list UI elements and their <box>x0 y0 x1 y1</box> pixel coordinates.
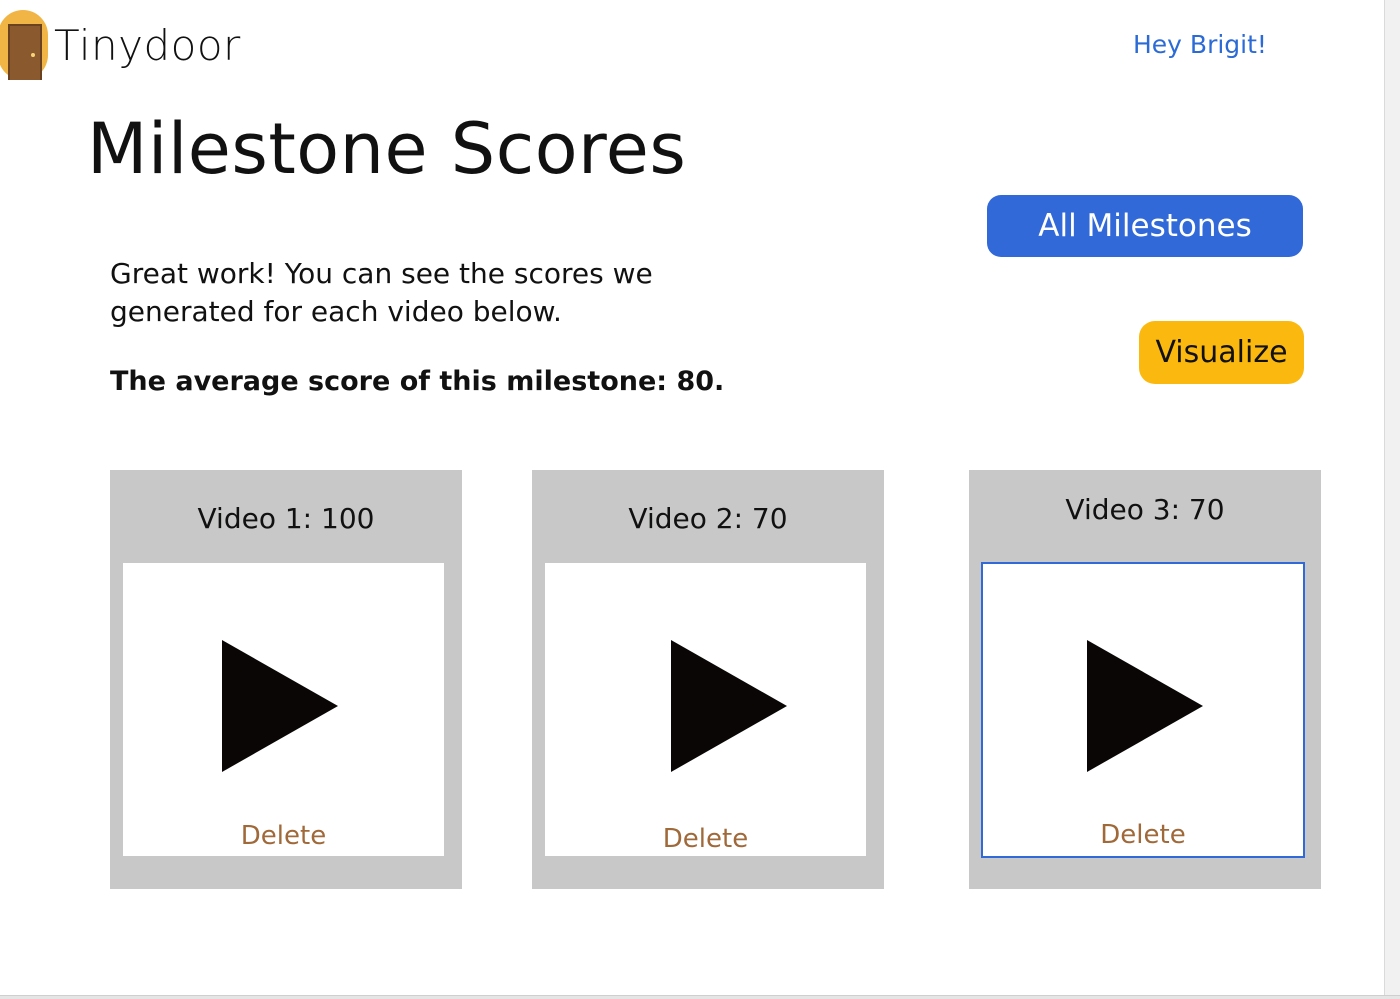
all-milestones-button[interactable]: All Milestones <box>987 195 1303 257</box>
delete-link[interactable]: Delete <box>123 821 444 851</box>
play-icon[interactable] <box>222 640 338 772</box>
video-card: Video 1: 100 Delete <box>110 470 462 889</box>
video-player[interactable]: Delete <box>545 563 866 856</box>
video-score-title: Video 2: 70 <box>628 502 788 535</box>
intro-text: Great work! You can see the scores we ge… <box>110 257 653 328</box>
door-icon <box>0 10 48 80</box>
page-title: Milestone Scores <box>87 108 687 190</box>
delete-link[interactable]: Delete <box>545 824 866 854</box>
video-player[interactable]: Delete <box>123 563 444 856</box>
delete-link[interactable]: Delete <box>983 820 1303 850</box>
visualize-button[interactable]: Visualize <box>1139 321 1304 384</box>
scrollbar[interactable] <box>1384 0 1400 999</box>
play-icon[interactable] <box>1087 640 1203 772</box>
video-card: Video 2: 70 Delete <box>532 470 884 889</box>
bottom-divider <box>0 995 1400 999</box>
video-player-selected[interactable]: Delete <box>981 562 1305 858</box>
video-score-title: Video 1: 100 <box>197 502 375 535</box>
logo[interactable]: Tinydoor <box>0 10 241 80</box>
video-score-title: Video 3: 70 <box>1065 493 1225 526</box>
page: Tinydoor Hey Brigit! Milestone Scores Gr… <box>0 0 1400 999</box>
user-greeting-link[interactable]: Hey Brigit! <box>1133 30 1267 59</box>
play-icon[interactable] <box>671 640 787 772</box>
video-card: Video 3: 70 Delete <box>969 470 1321 889</box>
logo-text: Tinydoor <box>54 20 241 70</box>
average-score-text: The average score of this milestone: 80. <box>110 366 725 397</box>
